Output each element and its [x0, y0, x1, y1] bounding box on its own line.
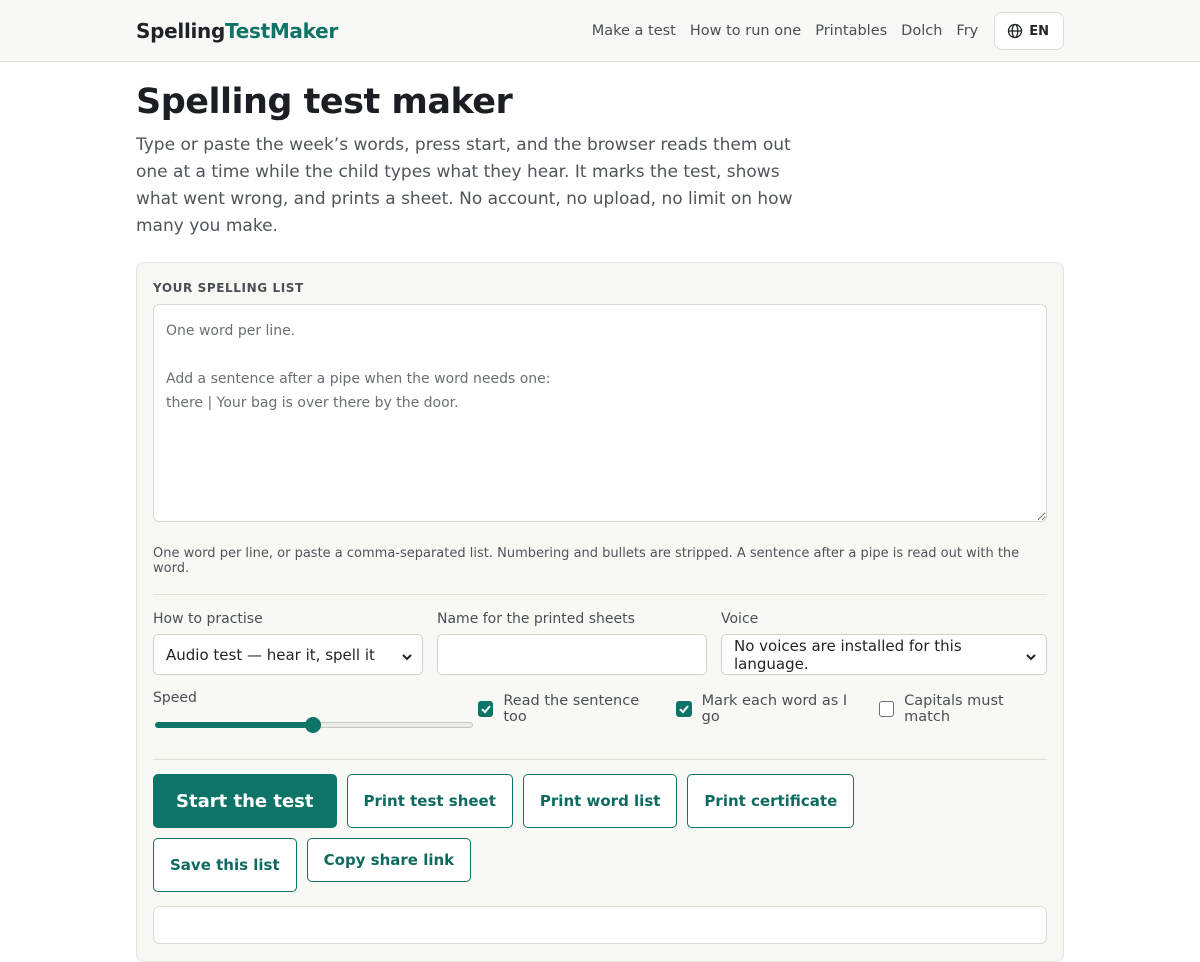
- check-icon: [679, 705, 689, 714]
- brand-logo[interactable]: SpellingTestMaker: [136, 19, 338, 43]
- nav-link-how-to-run[interactable]: How to run one: [690, 23, 801, 39]
- spelling-list-label: Your spelling list: [153, 281, 304, 295]
- speed-slider[interactable]: [153, 716, 473, 734]
- nav-link-make-a-test[interactable]: Make a test: [592, 23, 676, 39]
- copy-share-link-button[interactable]: Copy share link: [306, 838, 472, 882]
- practise-select[interactable]: Audio test — hear it, spell it: [153, 634, 423, 675]
- mark-each-word-option[interactable]: Mark each word as I go: [676, 693, 862, 725]
- name-field: Name for the printed sheets: [437, 611, 707, 675]
- brand-name-part1: Spelling: [136, 19, 226, 43]
- divider: [153, 759, 1047, 760]
- speed-and-toggles-row: Speed Read the sentence too Mark each wo…: [153, 690, 1047, 734]
- checkbox[interactable]: [878, 701, 895, 717]
- start-test-button[interactable]: Start the test: [153, 774, 337, 828]
- language-button[interactable]: EN: [994, 12, 1064, 50]
- print-word-list-button[interactable]: Print word list: [522, 774, 678, 828]
- speed-label: Speed: [153, 690, 197, 706]
- read-sentence-option[interactable]: Read the sentence too: [478, 693, 659, 725]
- capitals-match-label: Capitals must match: [904, 693, 1004, 725]
- slider-fill: [155, 722, 313, 728]
- divider: [153, 594, 1047, 595]
- speed-control: Speed: [153, 690, 478, 734]
- voice-field: Voice No voices are installed for this l…: [721, 611, 1047, 675]
- nav-link-dolch[interactable]: Dolch: [901, 23, 942, 39]
- slider-thumb[interactable]: [305, 717, 321, 733]
- test-builder-card: Your spelling list One word per line, or…: [136, 262, 1064, 962]
- voice-label: Voice: [721, 611, 759, 627]
- main-nav: Make a test How to run one Printables Do…: [592, 12, 1064, 50]
- main-content: Spelling test maker Type or paste the we…: [136, 82, 1064, 962]
- practise-label: How to practise: [153, 611, 263, 627]
- print-test-sheet-button[interactable]: Print test sheet: [346, 774, 513, 828]
- intro-text: Type or paste the week’s words, press st…: [136, 135, 793, 236]
- top-bar: SpellingTestMaker Make a test How to run…: [0, 0, 1200, 62]
- page-title: Spelling test maker: [136, 82, 513, 122]
- nav-link-fry[interactable]: Fry: [956, 23, 978, 39]
- practise-field: How to practise Audio test — hear it, sp…: [153, 611, 423, 675]
- capitals-match-option[interactable]: Capitals must match: [878, 693, 1047, 725]
- checkbox[interactable]: [676, 701, 692, 717]
- globe-icon: [1007, 23, 1023, 39]
- check-icon: [480, 705, 491, 714]
- name-label: Name for the printed sheets: [437, 611, 635, 627]
- test-options: Read the sentence too Mark each word as …: [478, 690, 1047, 725]
- voice-selected-value: No voices are installed for this languag…: [734, 636, 962, 673]
- checkbox[interactable]: [478, 701, 494, 717]
- nav-link-printables[interactable]: Printables: [815, 23, 887, 39]
- voice-select[interactable]: No voices are installed for this languag…: [721, 634, 1047, 675]
- brand-name-part2: TestMaker: [225, 19, 338, 43]
- read-sentence-label: Read the sentence too: [503, 693, 640, 725]
- status-output: [153, 906, 1047, 944]
- print-certificate-button[interactable]: Print certificate: [687, 774, 855, 828]
- options-row: How to practise Audio test — hear it, sp…: [153, 611, 1047, 675]
- language-code: EN: [1029, 23, 1049, 39]
- mark-each-word-label: Mark each word as I go: [701, 693, 848, 725]
- practise-selected-value: Audio test — hear it, spell it: [166, 645, 375, 664]
- action-buttons: Start the test Print test sheet Print wo…: [153, 774, 913, 892]
- sheet-name-input[interactable]: [437, 634, 707, 675]
- spelling-list-textarea[interactable]: [153, 304, 1047, 522]
- save-list-button[interactable]: Save this list: [153, 838, 297, 892]
- list-hint: One word per line, or paste a comma-sepa…: [153, 546, 1020, 576]
